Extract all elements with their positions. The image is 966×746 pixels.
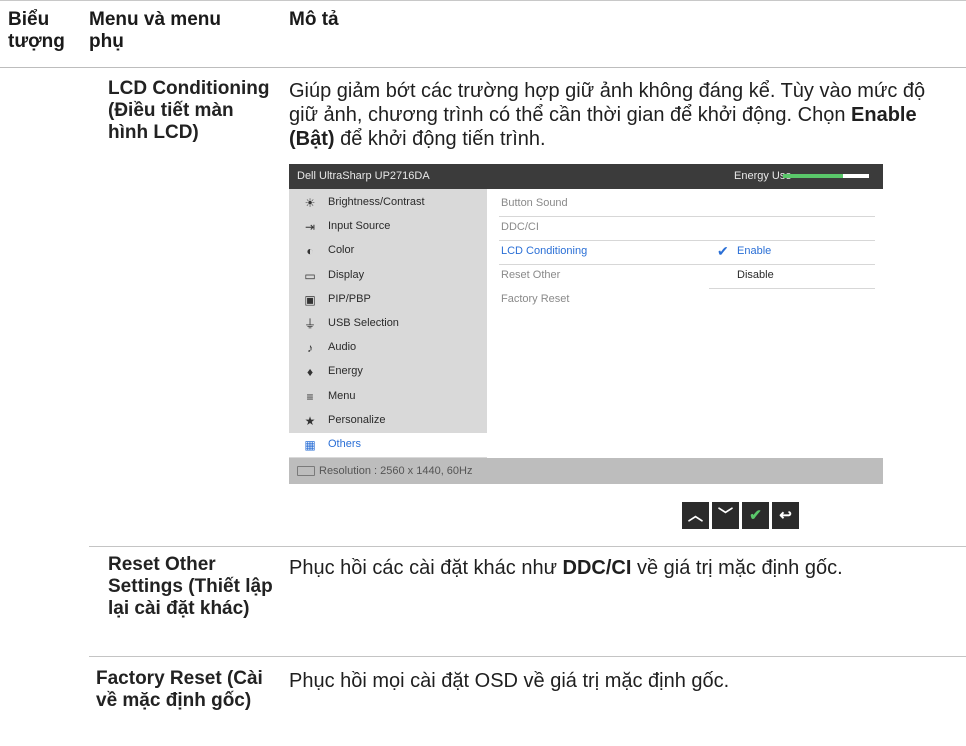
audio-icon: ♪ <box>307 341 313 356</box>
menu-item-label: Energy <box>328 365 363 378</box>
energy-use-bar <box>783 174 869 178</box>
menu-item-label: USB Selection <box>328 317 399 329</box>
submenu-factory-reset[interactable]: Factory Reset <box>499 288 875 312</box>
submenu-button-sound[interactable]: Button Sound <box>499 192 875 217</box>
back-icon: ↩ <box>779 507 792 524</box>
osd-status-bar: Resolution : 2560 x 1440, 60Hz <box>289 458 883 484</box>
row-divider <box>89 546 966 547</box>
down-button[interactable]: ﹀ <box>712 502 739 529</box>
menu-item-label: Personalize <box>328 413 386 426</box>
submenu-ddc-ci[interactable]: DDC/CI <box>499 216 875 241</box>
osd-title-bar: Dell UltraSharp UP2716DA Energy Use <box>289 164 883 189</box>
row-title-lcd-conditioning: LCD Conditioning (Điều tiết màn hình LCD… <box>108 78 270 143</box>
row-desc-factory-reset: Phục hồi mọi cài đặt OSD về giá trị mặc … <box>289 670 730 692</box>
color-icon: ◐ <box>306 244 314 259</box>
menu-item-label: Display <box>328 268 365 281</box>
others-icon: ▦ <box>304 438 316 452</box>
row-title-factory-reset: Factory Reset (Cài về mặc định gốc) <box>96 668 263 711</box>
check-icon: ✔ <box>749 507 762 524</box>
menu-item-usb-selection[interactable]: ⏚ USB Selection <box>289 312 487 336</box>
brightness-icon: ☀ <box>304 196 316 210</box>
osd-model-name: Dell UltraSharp UP2716DA <box>297 170 430 182</box>
menu-icon: ≡ <box>306 389 314 404</box>
check-icon: ✔ <box>717 243 729 259</box>
menu-item-others[interactable]: ▦ Others <box>289 433 487 457</box>
chevron-up-icon: ︿ <box>687 507 703 524</box>
pip-icon: ▣ <box>304 292 316 307</box>
energy-icon: ♦ <box>306 365 314 380</box>
menu-item-energy[interactable]: ♦ Energy <box>289 360 487 384</box>
menu-item-pip-pbp[interactable]: ▣ PIP/PBP <box>289 288 487 312</box>
resolution-text: Resolution : 2560 x 1440, 60Hz <box>319 465 473 477</box>
monitor-port-icon <box>297 466 315 476</box>
option-disable[interactable]: Disable <box>709 264 875 289</box>
menu-item-input-source[interactable]: ⇥ Input Source <box>289 215 487 239</box>
menu-item-label: Others <box>328 438 362 450</box>
usb-icon: ⏚ <box>303 317 316 331</box>
back-button[interactable]: ↩ <box>772 502 799 529</box>
column-header-menu: Menu và menu phụ <box>89 9 221 52</box>
menu-item-label: Color <box>328 244 355 257</box>
menu-item-label: PIP/PBP <box>328 292 371 305</box>
menu-item-personalize[interactable]: ★ Personalize <box>289 409 487 433</box>
menu-item-label: Audio <box>328 341 357 354</box>
menu-item-audio[interactable]: ♪ Audio <box>289 336 487 360</box>
input-source-icon: ⇥ <box>304 220 316 235</box>
star-icon: ★ <box>304 413 316 428</box>
row-desc-lcd-conditioning: Giúp giảm bớt các trường hợp giữ ảnh khô… <box>289 80 926 150</box>
menu-item-label: Input Source <box>328 220 391 233</box>
row-title-reset-other: Reset Other Settings (Thiết lập lại cài … <box>108 554 273 619</box>
display-icon: ▭ <box>304 268 316 283</box>
ok-button[interactable]: ✔ <box>742 502 769 529</box>
up-button[interactable]: ︿ <box>682 502 709 529</box>
option-enable[interactable]: ✔ Enable <box>709 240 875 265</box>
row-desc-reset-other: Phục hồi các cài đặt khác như DDC/CI về … <box>289 557 843 579</box>
osd-menu: Dell UltraSharp UP2716DA Energy Use ☀ Bri… <box>289 164 883 493</box>
menu-item-label: Brightness/Contrast <box>328 196 425 208</box>
menu-item-display[interactable]: ▭ Display <box>289 264 487 288</box>
menu-item-menu[interactable]: ≡ Menu <box>289 385 487 409</box>
row-divider <box>89 656 966 657</box>
menu-item-label: Menu <box>328 389 356 402</box>
menu-item-color[interactable]: ◐ Color <box>289 239 487 263</box>
column-header-description: Mô tả <box>289 9 339 30</box>
column-header-icon: Biểu tượng <box>8 9 65 52</box>
chevron-down-icon: ﹀ <box>717 507 733 524</box>
menu-item-brightness-contrast[interactable]: ☀ Brightness/Contrast <box>289 191 487 215</box>
table-header: Biểu tượng Menu và menu phụ Mô tả <box>0 0 966 68</box>
